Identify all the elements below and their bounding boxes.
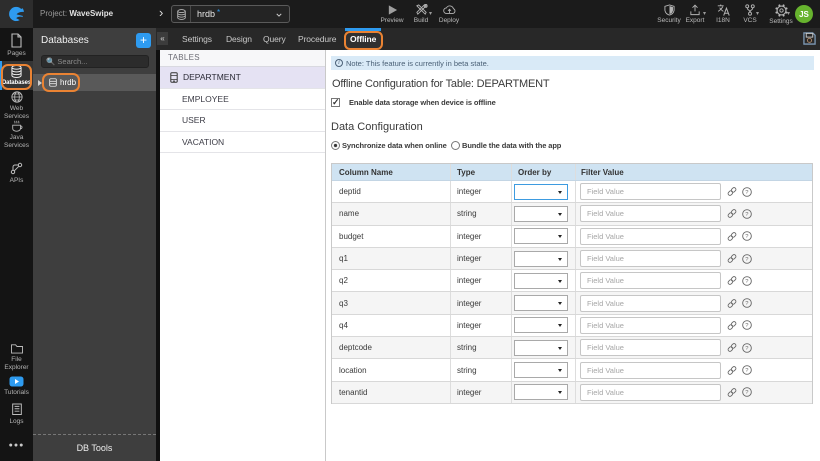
svg-text:?: ?	[745, 368, 749, 374]
svg-text:?: ?	[745, 346, 749, 352]
svg-text:?: ?	[745, 234, 749, 240]
svg-text:?: ?	[745, 323, 749, 329]
svg-text:?: ?	[745, 190, 749, 196]
svg-text:?: ?	[745, 257, 749, 263]
svg-text:?: ?	[745, 390, 749, 396]
svg-text:?: ?	[745, 279, 749, 285]
svg-text:?: ?	[745, 212, 749, 218]
svg-text:?: ?	[745, 301, 749, 307]
